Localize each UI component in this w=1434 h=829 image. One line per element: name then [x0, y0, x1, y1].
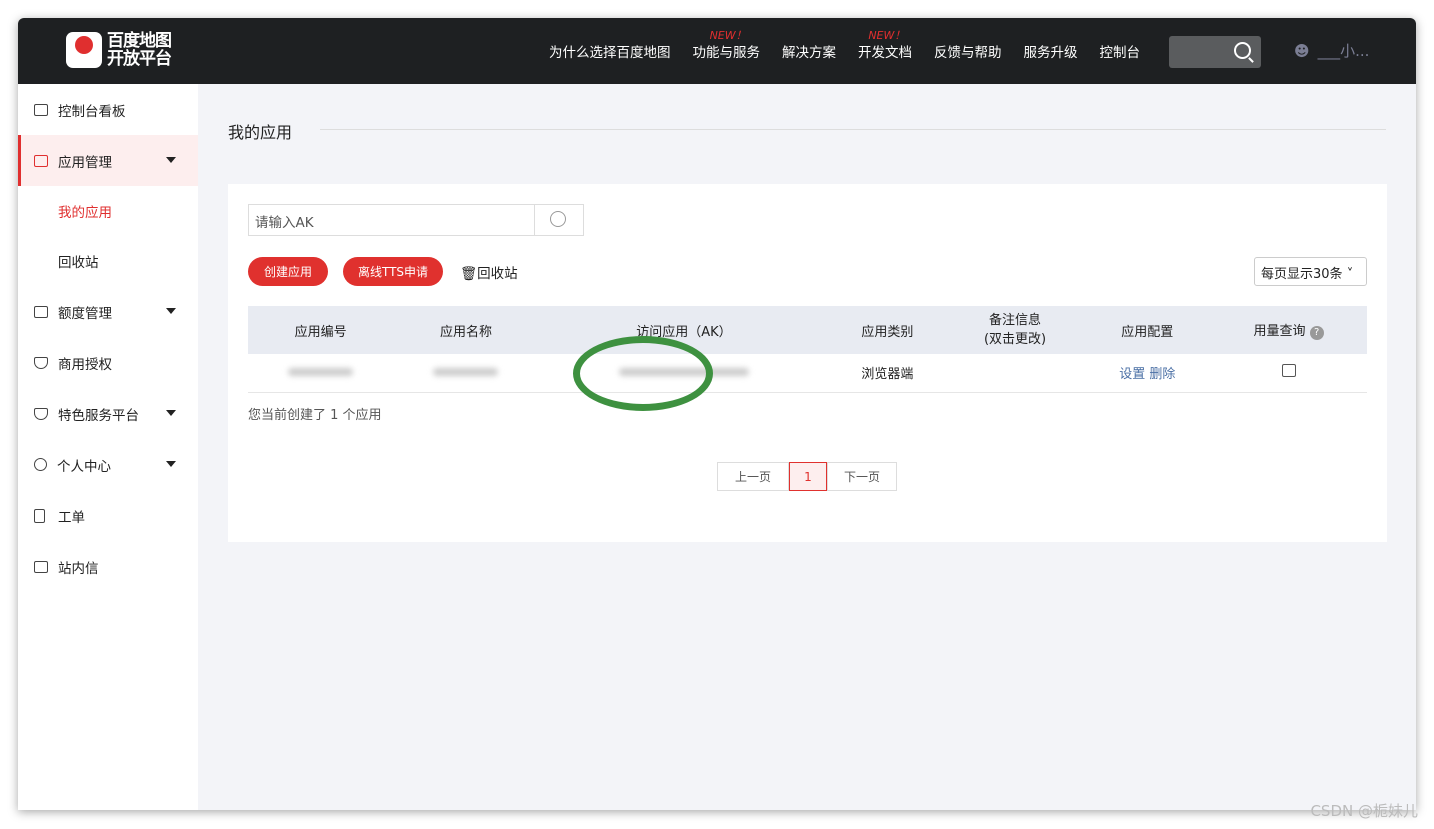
app-id-blurred — [248, 354, 394, 393]
user-menu[interactable]: ☻ ___小... — [1294, 40, 1369, 61]
page-title: 我的应用 — [228, 123, 293, 142]
page-1-button[interactable]: 1 — [789, 462, 827, 491]
table-row: 浏览器端 设置 删除 — [248, 354, 1367, 393]
sidebar: 控制台看板 应用管理 我的应用 回收站 额度管理 商用授权 特色服务平台 个人中… — [18, 84, 198, 810]
logo-text[interactable]: 百度地图 开放平台 — [107, 31, 172, 69]
sidebar-item-my-apps[interactable]: 我的应用 — [18, 186, 198, 236]
app-name-blurred — [393, 354, 539, 393]
table-header: 应用编号 应用名称 访问应用（AK） 应用类别 备注信息 (双击更改) 应用配置… — [248, 306, 1367, 354]
col-config: 应用配置 — [1084, 306, 1211, 354]
user-circle-icon — [34, 458, 47, 471]
grid-icon — [34, 154, 48, 167]
nav-solutions[interactable]: 解决方案 — [782, 41, 836, 61]
label: 用量查询 — [1253, 324, 1306, 339]
username: ___小... — [1317, 42, 1370, 60]
label: 应用管理 — [58, 154, 112, 171]
header-search[interactable] — [1169, 36, 1261, 68]
trash-icon: 🗑 — [460, 266, 478, 282]
sidebar-item-special[interactable]: 特色服务平台 — [18, 388, 198, 439]
label: 个人中心 — [57, 458, 111, 475]
watermark: CSDN @栀妹儿 — [1310, 802, 1418, 820]
sidebar-item-dashboard[interactable]: 控制台看板 — [18, 84, 198, 135]
chart-icon[interactable] — [1281, 364, 1296, 378]
browser-window: 百度地图 开放平台 为什么选择百度地图 NEW！ 功能与服务 解决方案 NEW！ 开发… — [18, 18, 1416, 810]
nav-why[interactable]: 为什么选择百度地图 — [549, 41, 671, 61]
create-app-button[interactable]: 创建应用 — [248, 257, 328, 286]
clipboard-icon — [34, 508, 45, 523]
new-badge: NEW！ — [868, 29, 906, 42]
settings-link[interactable]: 设置 — [1119, 367, 1145, 382]
caret-down-icon — [166, 157, 176, 163]
baidu-map-logo[interactable] — [66, 32, 102, 68]
nav-docs[interactable]: NEW！ 开发文档 — [858, 29, 912, 61]
recycle-bin-link[interactable]: 🗑回收站 — [460, 262, 518, 282]
sidebar-item-messages[interactable]: 站内信 — [18, 541, 198, 592]
col-id: 应用编号 — [248, 306, 394, 354]
pagination: 上一页 1 下一页 — [717, 462, 897, 491]
label: 站内信 — [58, 560, 99, 577]
offline-tts-button[interactable]: 离线TTS申请 — [343, 257, 443, 286]
ak-search-input[interactable]: 请输入AK — [248, 204, 535, 236]
chevron-down-icon: ˅ — [1346, 267, 1354, 282]
dashboard-icon — [34, 103, 48, 116]
label: 工单 — [58, 509, 85, 526]
label: 商用授权 — [58, 356, 112, 373]
sidebar-item-app-management[interactable]: 应用管理 — [18, 135, 198, 186]
col-type: 应用类别 — [829, 306, 946, 354]
nav-feedback[interactable]: 反馈与帮助 — [934, 41, 1002, 61]
nav-console[interactable]: 控制台 — [1100, 41, 1141, 61]
page-size-select[interactable]: 每页显示30条 ˅ — [1254, 257, 1367, 286]
caret-down-icon — [166, 461, 176, 467]
search-icon — [550, 211, 566, 227]
apps-card: 请输入AK 创建应用 离线TTS申请 🗑回收站 每页显示30条 ˅ 应用编号 应… — [228, 184, 1387, 542]
col-name: 应用名称 — [393, 306, 539, 354]
delete-link[interactable]: 删除 — [1149, 367, 1175, 382]
search-icon[interactable] — [1234, 42, 1251, 59]
prev-page-button[interactable]: 上一页 — [717, 462, 789, 491]
app-count-text: 您当前创建了 1 个应用 — [248, 408, 382, 423]
sidebar-item-quota[interactable]: 额度管理 — [18, 286, 198, 337]
sidebar-item-recycle[interactable]: 回收站 — [18, 236, 198, 286]
logo-line2: 开放平台 — [107, 49, 172, 69]
col-notes: 备注信息 (双击更改) — [945, 306, 1085, 354]
top-header: 百度地图 开放平台 为什么选择百度地图 NEW！ 功能与服务 解决方案 NEW！ 开发… — [18, 18, 1416, 84]
label: 额度管理 — [58, 305, 112, 322]
caret-down-icon — [166, 410, 176, 416]
mail-icon — [34, 560, 48, 573]
new-badge: NEW！ — [709, 29, 747, 42]
label: 特色服务平台 — [58, 407, 139, 424]
next-page-button[interactable]: 下一页 — [827, 462, 897, 491]
search-button[interactable] — [534, 204, 584, 236]
sidebar-item-license[interactable]: 商用授权 — [18, 337, 198, 388]
label: 控制台看板 — [58, 103, 126, 120]
nav-upgrade[interactable]: 服务升级 — [1024, 41, 1078, 61]
map-pin-icon — [75, 36, 93, 54]
caret-down-icon — [166, 308, 176, 314]
annotation-circle — [573, 336, 713, 411]
nav-features[interactable]: NEW！ 功能与服务 — [693, 29, 761, 61]
user-icon: ☻ — [1294, 41, 1310, 60]
diamond-icon — [34, 407, 48, 420]
label: 每页显示30条 — [1261, 267, 1343, 282]
apps-table: 应用编号 应用名称 访问应用（AK） 应用类别 备注信息 (双击更改) 应用配置… — [248, 306, 1367, 393]
app-notes[interactable] — [945, 354, 1085, 393]
sliders-icon — [34, 305, 48, 318]
col-usage: 用量查询 ? — [1210, 306, 1367, 354]
top-nav: 为什么选择百度地图 NEW！ 功能与服务 解决方案 NEW！ 开发文档 反馈与帮助 … — [549, 18, 1140, 84]
app-config: 设置 删除 — [1084, 354, 1211, 393]
shield-icon — [34, 356, 48, 369]
app-type: 浏览器端 — [829, 354, 946, 393]
sidebar-item-tickets[interactable]: 工单 — [18, 490, 198, 541]
help-icon[interactable]: ? — [1309, 326, 1324, 340]
sidebar-item-profile[interactable]: 个人中心 — [18, 439, 198, 490]
logo-line1: 百度地图 — [107, 31, 172, 51]
divider — [320, 129, 1386, 130]
usage-cell — [1210, 354, 1367, 393]
label: 回收站 — [477, 266, 518, 282]
